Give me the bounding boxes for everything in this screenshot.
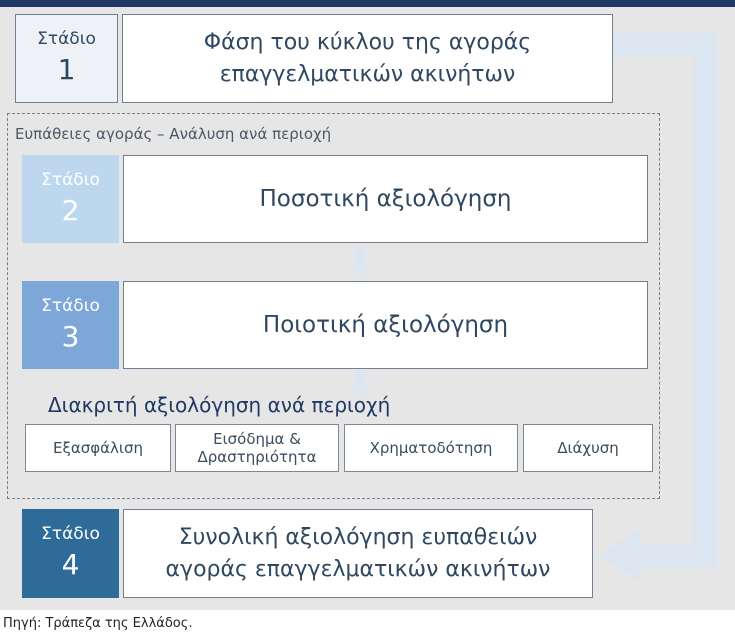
stage-2-label: Στάδιο xyxy=(41,169,100,190)
breakdown-item-income-activity: Εισόδημα & Δραστηριότητα xyxy=(175,424,339,472)
stage-1-title-line-1: Φάση του κύκλου της αγοράς xyxy=(203,29,532,55)
stage-4-title-line-1: Συνολική αξιολόγηση ευπαθειών xyxy=(178,524,538,550)
breakdown-item-financing: Χρηματοδότηση xyxy=(344,424,518,472)
breakdown-item-label: Διάχυση xyxy=(557,439,619,457)
stage-2-title-box: Ποσοτική αξιολόγηση xyxy=(123,155,648,243)
stage-2-badge: Στάδιο 2 xyxy=(22,155,119,243)
breakdown-item-spillover: Διάχυση xyxy=(523,424,653,472)
stage-4-title-line-2: αγοράς επαγγελματικών ακινήτων xyxy=(165,556,551,582)
stage-1-label: Στάδιο xyxy=(37,29,96,50)
stage-4-label: Στάδιο xyxy=(41,524,100,545)
stage-1-badge: Στάδιο 1 xyxy=(15,14,118,103)
stage-1-title-box: Φάση του κύκλου της αγοράς επαγγελματικώ… xyxy=(122,14,613,103)
stage-3-title: Ποιοτική αξιολόγηση xyxy=(262,312,509,338)
stage-3-badge: Στάδιο 3 xyxy=(22,281,119,369)
breakdown-item-label-line-2: Δραστηριότητα xyxy=(197,448,317,466)
breakdown-item-collateral: Εξασφάλιση xyxy=(25,424,171,472)
diagram-canvas: Στάδιο 1 Φάση του κύκλου της αγοράς επαγ… xyxy=(0,0,735,610)
stage-3-label: Στάδιο xyxy=(41,295,100,316)
stage-1-number: 1 xyxy=(57,53,76,87)
stage-3-number: 3 xyxy=(61,319,80,353)
stage-1-title-line-2: επαγγελματικών ακινήτων xyxy=(219,61,516,87)
breakdown-item-label-line-1: Εισόδημα & xyxy=(213,430,301,448)
stage-2-title: Ποσοτική αξιολόγηση xyxy=(259,186,512,212)
breakdown-item-label: Εξασφάλιση xyxy=(53,439,143,457)
breakdown-title: Διακριτή αξιολόγηση ανά περιοχή xyxy=(48,393,391,417)
breakdown-item-label: Χρηματοδότηση xyxy=(369,439,493,457)
region-label: Ευπάθειες αγοράς – Ανάλυση ανά περιοχή xyxy=(15,125,332,143)
source-note: Πηγή: Τράπεζα της Ελλάδος. xyxy=(3,616,193,631)
stage-2-number: 2 xyxy=(61,193,80,227)
stage-4-title-box: Συνολική αξιολόγηση ευπαθειών αγοράς επα… xyxy=(123,509,593,598)
stage-4-badge: Στάδιο 4 xyxy=(22,509,119,598)
stage-4-number: 4 xyxy=(61,548,80,582)
stage-3-title-box: Ποιοτική αξιολόγηση xyxy=(123,281,648,369)
